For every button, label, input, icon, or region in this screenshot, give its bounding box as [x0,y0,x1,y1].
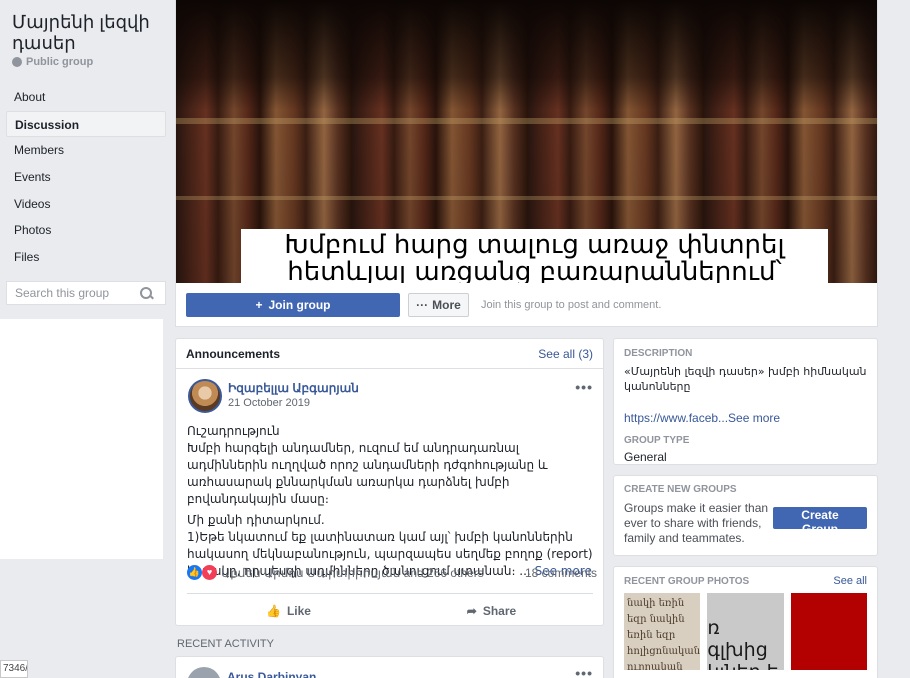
description-card: DESCRIPTION «Մայրենի լեզվի դասեր» խմբի հ… [613,338,878,465]
group-type-value: General [624,450,667,464]
post-reactions: 👍 ♥ Արմեն Արմոս Մարտիրոսյան and 266 othe… [187,565,597,580]
share-icon: ➦ [466,603,477,618]
description-title: DESCRIPTION [624,348,693,359]
join-hint: Join this group to post and comment. [481,299,662,311]
nav-item-videos[interactable]: Videos [6,191,166,218]
post-paragraph-title-2: Մի քանի դիտարկում. [187,513,325,527]
photo-thumbnail[interactable] [790,593,867,670]
post-paragraph-title: Ուշադրություն [187,424,280,438]
reactions-text: Արմեն Արմոս Մարտիրոսյան and 266 others [221,565,484,580]
ellipsis-icon: ··· [416,298,429,312]
recent-photos-title: RECENT GROUP PHOTOS [624,575,750,587]
share-label: Share [482,603,517,618]
comments-count[interactable]: 18 comments [525,566,597,580]
create-groups-card: CREATE NEW GROUPS Groups make it easier … [613,475,878,556]
cover-photo[interactable]: Խմբում հարց տալուց առաջ փնտրել հետևյալ ա… [176,0,877,283]
recent-activity-label: RECENT ACTIVITY [177,638,274,650]
recent-photos-card: RECENT GROUP PHOTOS See all նակի եռին եզ… [613,566,878,678]
create-groups-title: CREATE NEW GROUPS [624,484,737,495]
post-author[interactable]: Arus Darbinyan [227,670,316,678]
group-type-title: GROUP TYPE [624,435,690,446]
group-privacy: Public group [12,56,93,68]
search-icon[interactable] [139,286,153,300]
recent-activity-post: Arus Darbinyan ••• [175,656,604,678]
announcements-header: Announcements See all (3) [176,339,603,369]
left-sidebar: Մայրենի լեզվի դասեր Public group About D… [0,0,172,678]
post-options-icon[interactable]: ••• [575,379,593,395]
announcement-post: Իզաբելլա Աբգարյան 21 October 2019 ••• Ու… [177,371,603,618]
post-actions: 👍 Like ➦ Share [187,593,593,627]
post-date[interactable]: 21 October 2019 [228,397,310,409]
nav-item-photos[interactable]: Photos [6,217,166,244]
group-name[interactable]: Մայրենի լեզվի դասեր [12,12,162,54]
announcements-card: Announcements See all (3) Իզաբելլա Աբգար… [175,338,604,626]
photo-thumbnail[interactable]: ռ գլխից կյներ ե [707,593,784,670]
love-reaction-icon: ♥ [202,565,217,580]
group-privacy-label: Public group [26,56,94,68]
recent-photos-header: RECENT GROUP PHOTOS See all [624,575,867,587]
see-all-photos-link[interactable]: See all [833,575,867,587]
more-button[interactable]: ··· More [408,293,469,317]
reaction-summary[interactable]: 👍 ♥ Արմեն Արմոս Մարտիրոսյան and 266 othe… [187,565,484,580]
cover-section: Խմբում հարց տալուց առաջ փնտրել հետևյալ ա… [175,0,878,327]
post-paragraph-body: Խմբի հարգելի անդամներ, ուզում եմ անդրադա… [187,441,548,506]
post-author[interactable]: Իզաբելլա Աբգարյան [228,381,359,395]
thumbs-up-icon: 👍 [266,603,281,618]
description-text: «Մայրենի լեզվի դասեր» խմբի հիմնական կանո… [624,365,867,393]
like-button[interactable]: 👍 Like [187,604,390,618]
post-body: Ուշադրություն Խմբի հարգելի անդամներ, ուզ… [187,423,597,584]
nav-item-about[interactable]: About [6,84,166,111]
description-url-row: https://www.faceb...See more [624,411,867,425]
cover-actions: + Join group ··· More Join this group to… [186,293,661,317]
like-reaction-icon: 👍 [187,565,202,580]
avatar[interactable] [188,379,222,413]
plus-icon: + [255,298,263,312]
create-groups-text: Groups make it easier than ever to share… [624,501,769,545]
nav-item-files[interactable]: Files [6,244,166,271]
photo-thumbnails: նակի եռին եզր նակին եռին եզր հոլիցոնական… [624,593,867,670]
post-options-icon[interactable]: ••• [575,665,593,678]
nav-item-events[interactable]: Events [6,164,166,191]
create-groups-row: Groups make it easier than ever to share… [624,501,867,546]
photo-thumbnail[interactable]: նակի եռին եզր նակին եռին եզր հոլիցոնական… [624,593,701,670]
cover-shade [176,0,877,110]
group-nav: About Discussion Members Events Videos P… [6,84,166,271]
nav-item-members[interactable]: Members [6,137,166,164]
join-group-label: Join group [268,298,331,312]
description-see-more-link[interactable]: See more [728,411,780,425]
cover-shelf-band-lower [176,196,877,200]
announcements-title: Announcements [186,346,281,361]
like-label: Like [286,603,311,618]
see-all-announcements-link[interactable]: See all (3) [538,347,593,361]
more-label: More [432,298,461,312]
join-group-button[interactable]: + Join group [186,293,400,317]
create-group-button[interactable]: Create Group [772,507,867,536]
avatar[interactable] [187,667,221,678]
status-bar: 7346/ [0,660,28,678]
group-search [6,281,166,305]
cover-caption: Խմբում հարց տալուց առաջ փնտրել հետևյալ ա… [241,229,828,283]
sidebar-blank-panel [0,319,163,559]
nav-item-discussion[interactable]: Discussion [6,110,166,138]
group-search-input[interactable] [15,286,139,300]
description-url-link[interactable]: https://www.faceb... [624,411,728,425]
share-button[interactable]: ➦ Share [390,604,593,618]
cover-shelf-band [176,118,877,124]
globe-icon [12,57,22,67]
